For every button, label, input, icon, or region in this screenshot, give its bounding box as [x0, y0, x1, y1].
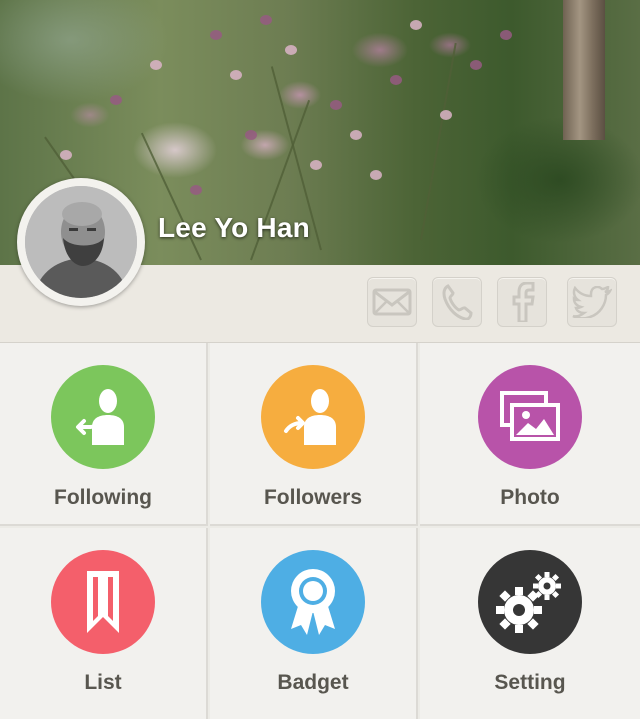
- list-circle: [51, 550, 155, 654]
- menu-item-setting[interactable]: Setting: [420, 528, 640, 719]
- menu-label: Badget: [277, 671, 349, 694]
- mail-button[interactable]: [367, 277, 417, 327]
- phone-button[interactable]: [432, 277, 482, 327]
- twitter-button[interactable]: [567, 277, 617, 327]
- twitter-icon: [572, 286, 612, 318]
- menu-item-followers[interactable]: Followers: [210, 343, 418, 526]
- menu-label: List: [84, 671, 122, 694]
- menu-grid: Following Followers Photo List Badget Se…: [0, 343, 640, 719]
- menu-label: Following: [54, 486, 152, 509]
- badge-icon: [291, 569, 335, 635]
- menu-item-list[interactable]: List: [0, 528, 208, 719]
- bookmark-icon: [87, 571, 119, 633]
- menu-item-badget[interactable]: Badget: [210, 528, 418, 719]
- setting-circle: [478, 550, 582, 654]
- followers-icon: [284, 389, 336, 445]
- mail-icon: [372, 288, 412, 316]
- fence-post: [563, 0, 605, 140]
- avatar-photo: [25, 186, 137, 298]
- following-icon: [76, 389, 124, 445]
- photo-circle: [478, 365, 582, 469]
- facebook-icon: [512, 282, 535, 322]
- photo-icon: [500, 391, 560, 441]
- menu-label: Followers: [263, 486, 363, 509]
- gears-icon: [496, 572, 561, 633]
- following-circle: [51, 365, 155, 469]
- phone-icon: [442, 284, 473, 320]
- menu-item-following[interactable]: Following: [0, 343, 208, 526]
- menu-label: Setting: [494, 671, 566, 694]
- profile-name: Lee Yo Han: [158, 212, 310, 243]
- facebook-button[interactable]: [497, 277, 547, 327]
- menu-item-photo[interactable]: Photo: [420, 343, 640, 526]
- menu-label: Photo: [500, 486, 560, 509]
- badget-circle: [261, 550, 365, 654]
- avatar[interactable]: [17, 178, 145, 306]
- followers-circle: [261, 365, 365, 469]
